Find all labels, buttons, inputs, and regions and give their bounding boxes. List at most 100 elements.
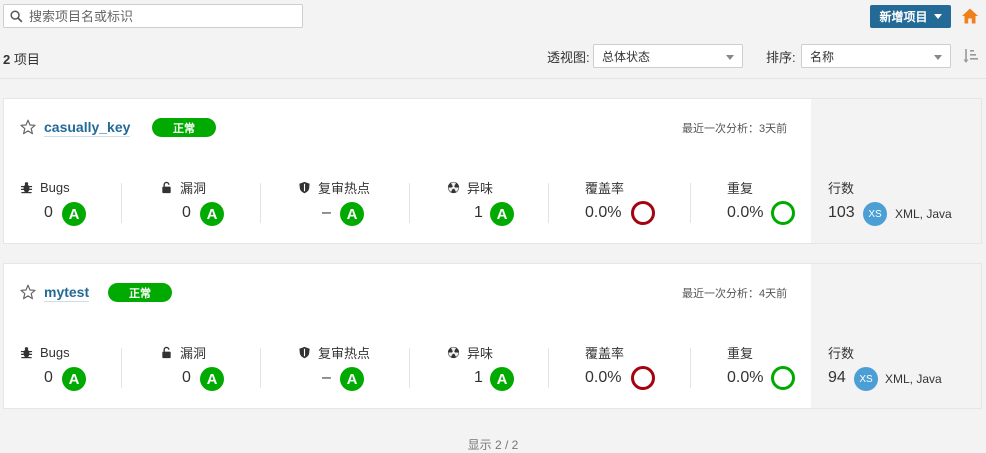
project-name-link[interactable]: casually_key bbox=[44, 119, 131, 137]
radiation-icon bbox=[447, 346, 460, 358]
metric-label: Bugs bbox=[40, 344, 70, 360]
rating-badge: A bbox=[340, 367, 364, 391]
star-icon[interactable] bbox=[20, 284, 36, 300]
metric-label: 重复 bbox=[727, 180, 754, 196]
lock-icon bbox=[162, 181, 171, 193]
metric-vulnerabilities[interactable]: 漏洞 0 A bbox=[160, 344, 224, 391]
project-count: 2 项目 bbox=[3, 49, 40, 68]
rating-badge: A bbox=[62, 202, 86, 226]
rating-badge: A bbox=[490, 202, 514, 226]
metric-value: 0 bbox=[182, 204, 191, 221]
rating-badge: A bbox=[200, 367, 224, 391]
metric-value: 0.0% bbox=[727, 204, 764, 221]
rating-badge: A bbox=[490, 367, 514, 391]
metric-value: 103 bbox=[828, 204, 855, 221]
metric-divider bbox=[260, 183, 261, 223]
project-count-number: 2 bbox=[3, 52, 11, 67]
metric-value: 0 bbox=[44, 204, 53, 221]
last-analysis: 最近一次分析：3天前 bbox=[682, 123, 788, 135]
metric-value: 0 bbox=[44, 369, 53, 386]
metric-value: – bbox=[322, 369, 331, 386]
metric-divider bbox=[548, 183, 549, 223]
metric-label: 复审热点 bbox=[318, 345, 371, 361]
chevron-down-icon bbox=[726, 55, 734, 60]
rating-badge: A bbox=[340, 202, 364, 226]
duplication-ring-icon bbox=[771, 201, 795, 225]
metric-vulnerabilities[interactable]: 漏洞 0 A bbox=[160, 179, 224, 226]
metric-divider bbox=[548, 348, 549, 388]
metric-duplications[interactable]: 重复 0.0% bbox=[727, 344, 795, 390]
radiation-icon bbox=[447, 181, 460, 193]
header-divider bbox=[0, 78, 986, 79]
search-input[interactable] bbox=[29, 8, 289, 24]
metric-divider bbox=[409, 183, 410, 223]
metric-divider bbox=[690, 183, 691, 223]
metric-value: – bbox=[322, 204, 331, 221]
metric-value: 0.0% bbox=[585, 369, 622, 386]
search-icon bbox=[10, 9, 23, 22]
project-name-link[interactable]: mytest bbox=[44, 284, 90, 302]
metric-value: 0 bbox=[182, 369, 191, 386]
sort-label: 排序: bbox=[766, 50, 796, 65]
metric-label: 异味 bbox=[467, 345, 494, 361]
perspective-select[interactable]: 总体状态 bbox=[593, 44, 743, 68]
coverage-ring-icon bbox=[631, 366, 655, 390]
metric-divider bbox=[690, 348, 691, 388]
metric-coverage[interactable]: 覆盖率 0.0% bbox=[585, 179, 655, 225]
star-icon[interactable] bbox=[20, 119, 36, 135]
metric-bugs[interactable]: Bugs 0 A bbox=[20, 179, 86, 226]
metric-value: 1 bbox=[474, 204, 483, 221]
metric-hotspots[interactable]: 复审热点 – A bbox=[298, 179, 371, 226]
shield-icon bbox=[299, 181, 310, 193]
caret-down-icon bbox=[933, 14, 942, 19]
metric-divider bbox=[260, 348, 261, 388]
perspective-value: 总体状态 bbox=[602, 49, 651, 64]
quality-gate-badge: 正常 bbox=[152, 118, 216, 137]
size-badge: XS bbox=[863, 202, 887, 226]
languages: XML, Java bbox=[895, 207, 952, 221]
metric-value: 1 bbox=[474, 369, 483, 386]
metric-code-smells[interactable]: 异味 1 A bbox=[447, 344, 514, 391]
size-badge: XS bbox=[854, 367, 878, 391]
metric-bugs[interactable]: Bugs 0 A bbox=[20, 344, 86, 391]
metric-label: 复审热点 bbox=[318, 180, 371, 196]
metric-divider bbox=[409, 348, 410, 388]
metric-divider bbox=[121, 348, 122, 388]
metric-lines[interactable]: 行数 94 XS XML, Java bbox=[828, 344, 942, 391]
metric-label: Bugs bbox=[40, 179, 70, 195]
languages: XML, Java bbox=[885, 372, 942, 386]
project-count-label: 项目 bbox=[13, 52, 40, 67]
sort-direction-icon[interactable] bbox=[962, 47, 980, 65]
perspective-label: 透视图: bbox=[547, 50, 590, 65]
shield-icon bbox=[299, 346, 310, 358]
new-project-label: 新增项目 bbox=[879, 10, 928, 24]
bug-icon bbox=[20, 346, 33, 358]
pagination-summary: 显示 2 / 2 bbox=[467, 438, 519, 452]
metric-coverage[interactable]: 覆盖率 0.0% bbox=[585, 344, 655, 390]
metric-label: 漏洞 bbox=[180, 180, 207, 196]
rating-badge: A bbox=[200, 202, 224, 226]
project-card: mytest 正常 最近一次分析：4天前 Bugs 0 A 漏洞 0 A 复审热… bbox=[3, 263, 982, 409]
last-analysis: 最近一次分析：4天前 bbox=[682, 288, 788, 300]
new-project-button[interactable]: 新增项目 bbox=[870, 5, 951, 28]
metric-label: 行数 bbox=[828, 345, 855, 361]
search-box[interactable] bbox=[3, 4, 303, 28]
home-icon[interactable] bbox=[961, 7, 979, 25]
metric-label: 漏洞 bbox=[180, 345, 207, 361]
bug-icon bbox=[20, 181, 33, 193]
metric-duplications[interactable]: 重复 0.0% bbox=[727, 179, 795, 225]
metric-code-smells[interactable]: 异味 1 A bbox=[447, 179, 514, 226]
metric-label: 异味 bbox=[467, 180, 494, 196]
chevron-down-icon bbox=[934, 55, 942, 60]
rating-badge: A bbox=[62, 367, 86, 391]
metric-label: 行数 bbox=[828, 180, 855, 196]
metric-value: 0.0% bbox=[585, 204, 622, 221]
metric-hotspots[interactable]: 复审热点 – A bbox=[298, 344, 371, 391]
metric-divider bbox=[121, 183, 122, 223]
lock-icon bbox=[162, 346, 171, 358]
sort-value: 名称 bbox=[810, 49, 835, 64]
coverage-ring-icon bbox=[631, 201, 655, 225]
metric-label: 覆盖率 bbox=[585, 180, 625, 196]
metric-lines[interactable]: 行数 103 XS XML, Java bbox=[828, 179, 952, 226]
sort-select[interactable]: 名称 bbox=[801, 44, 951, 68]
